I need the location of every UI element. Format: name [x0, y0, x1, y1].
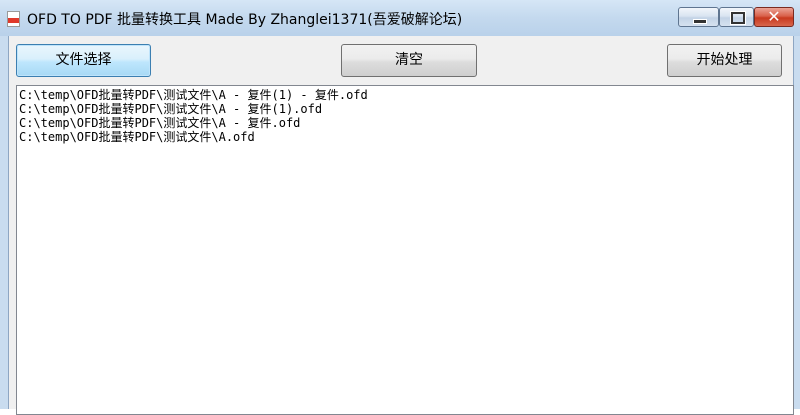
- app-window: OFD TO PDF 批量转换工具 Made By Zhanglei1371(吾…: [0, 0, 800, 415]
- list-item[interactable]: C:\temp\OFD批量转PDF\测试文件\A - 复件.ofd: [19, 116, 368, 130]
- file-list-content: C:\temp\OFD批量转PDF\测试文件\A - 复件(1) - 复件.of…: [19, 88, 368, 144]
- list-item[interactable]: C:\temp\OFD批量转PDF\测试文件\A - 复件(1).ofd: [19, 102, 368, 116]
- window-title: OFD TO PDF 批量转换工具 Made By Zhanglei1371(吾…: [27, 12, 463, 28]
- client-area: 文件选择 清空 开始处理 C:\temp\OFD批量转PDF\测试文件\A - …: [8, 36, 794, 415]
- title-bar[interactable]: OFD TO PDF 批量转换工具 Made By Zhanglei1371(吾…: [0, 0, 800, 36]
- minimize-button[interactable]: [678, 7, 719, 27]
- maximize-icon: [730, 11, 746, 25]
- minimize-icon: [693, 19, 707, 24]
- clear-button[interactable]: 清空: [341, 44, 477, 77]
- maximize-button[interactable]: [719, 7, 754, 27]
- select-files-button[interactable]: 文件选择: [16, 44, 151, 77]
- file-list[interactable]: C:\temp\OFD批量转PDF\测试文件\A - 复件(1) - 复件.of…: [16, 85, 794, 415]
- close-button[interactable]: ✕: [754, 7, 794, 27]
- list-item[interactable]: C:\temp\OFD批量转PDF\测试文件\A - 复件(1) - 复件.of…: [19, 88, 368, 102]
- list-item[interactable]: C:\temp\OFD批量转PDF\测试文件\A.ofd: [19, 130, 368, 144]
- start-processing-button[interactable]: 开始处理: [667, 44, 782, 77]
- pdf-file-icon: [7, 11, 20, 27]
- close-icon: ✕: [767, 7, 781, 26]
